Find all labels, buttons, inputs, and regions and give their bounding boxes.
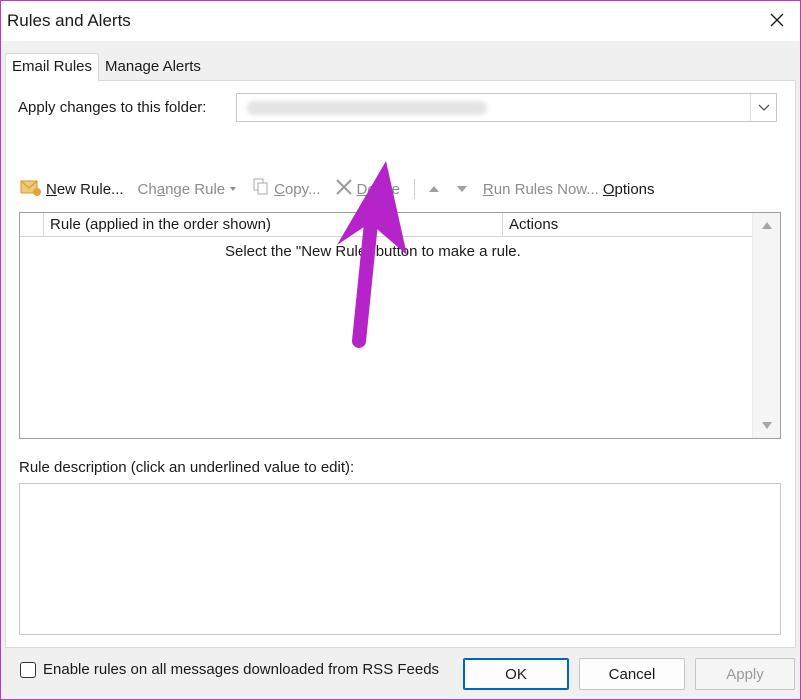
run-rules-mnemonic: R bbox=[482, 180, 494, 198]
folder-select[interactable] bbox=[236, 93, 777, 122]
move-up-button[interactable] bbox=[427, 184, 441, 194]
column-header-rule[interactable]: Rule (applied in the order shown) bbox=[44, 213, 503, 236]
rss-rules-label[interactable]: Enable rules on all messages downloaded … bbox=[43, 661, 439, 678]
copy-mnemonic: C bbox=[274, 180, 285, 198]
change-rule-mnemonic: a bbox=[156, 180, 166, 198]
cancel-button[interactable]: Cancel bbox=[579, 658, 685, 690]
scroll-down-arrow-icon[interactable] bbox=[762, 422, 772, 429]
folder-value-redacted bbox=[247, 101, 487, 115]
empty-rules-message: Select the "New Rule" button to make a r… bbox=[225, 243, 521, 260]
rss-rules-option: Enable rules on all messages downloaded … bbox=[20, 661, 439, 678]
triangle-down-icon bbox=[456, 186, 467, 192]
move-down-button[interactable] bbox=[455, 184, 469, 194]
header-gutter bbox=[20, 213, 44, 236]
delete-button[interactable]: Delete bbox=[335, 178, 400, 200]
new-rule-icon bbox=[20, 178, 42, 200]
new-rule-mnemonic: N bbox=[46, 180, 57, 198]
tab-email-rules[interactable]: Email Rules bbox=[5, 53, 100, 81]
rule-description-box[interactable] bbox=[19, 483, 781, 635]
dropdown-caret-icon bbox=[230, 187, 237, 191]
rules-toolbar: New Rule... Ch a nge Rule Copy... D elet… bbox=[20, 177, 669, 201]
run-rules-now-button[interactable]: Run Rules Now... bbox=[483, 181, 599, 198]
triangle-up-icon bbox=[428, 186, 439, 192]
delete-mnemonic: D bbox=[356, 180, 368, 198]
options-mnemonic: O bbox=[602, 180, 615, 198]
copy-button[interactable]: Copy... bbox=[252, 178, 321, 200]
close-button[interactable] bbox=[754, 1, 800, 39]
delete-label: elete bbox=[367, 180, 400, 198]
scroll-up-arrow-icon[interactable] bbox=[762, 222, 772, 229]
change-rule-label-start: Ch bbox=[137, 180, 157, 198]
rules-list-header: Rule (applied in the order shown) Action… bbox=[20, 213, 752, 237]
options-label: ptions bbox=[614, 180, 655, 198]
new-rule-button[interactable]: New Rule... bbox=[20, 178, 124, 200]
rules-list-scrollbar[interactable] bbox=[752, 213, 780, 438]
column-header-actions[interactable]: Actions bbox=[503, 213, 752, 236]
apply-button[interactable]: Apply bbox=[695, 658, 795, 690]
change-rule-button[interactable]: Ch a nge Rule bbox=[138, 181, 239, 198]
rule-description-label: Rule description (click an underlined va… bbox=[19, 459, 355, 476]
run-rules-label: un Rules Now... bbox=[493, 180, 599, 198]
x-icon bbox=[335, 178, 353, 200]
email-rules-panel: Apply changes to this folder: N ew Rule.… bbox=[5, 80, 796, 678]
tab-strip: Email Rules Manage Alerts bbox=[5, 53, 207, 81]
dialog-body: Email Rules Manage Alerts Apply changes … bbox=[1, 41, 800, 699]
chevron-down-icon[interactable] bbox=[750, 94, 776, 121]
folder-label: Apply changes to this folder: bbox=[18, 99, 207, 116]
toolbar-separator bbox=[413, 179, 415, 199]
copy-label: opy... bbox=[284, 180, 321, 198]
new-rule-label: ew Rule... bbox=[56, 180, 124, 198]
change-rule-label-end: nge Rule bbox=[165, 180, 226, 198]
options-button[interactable]: Options bbox=[603, 181, 655, 198]
rules-list[interactable]: Rule (applied in the order shown) Action… bbox=[19, 212, 781, 439]
title-bar: Rules and Alerts bbox=[1, 1, 800, 41]
rss-rules-checkbox[interactable] bbox=[20, 661, 36, 678]
tab-manage-alerts[interactable]: Manage Alerts bbox=[99, 55, 207, 81]
close-icon bbox=[770, 13, 784, 27]
dialog-title: Rules and Alerts bbox=[7, 11, 131, 30]
copy-icon bbox=[252, 178, 270, 200]
ok-button[interactable]: OK bbox=[463, 658, 569, 690]
rules-and-alerts-dialog: Rules and Alerts Email Rules Manage Aler… bbox=[0, 0, 801, 700]
